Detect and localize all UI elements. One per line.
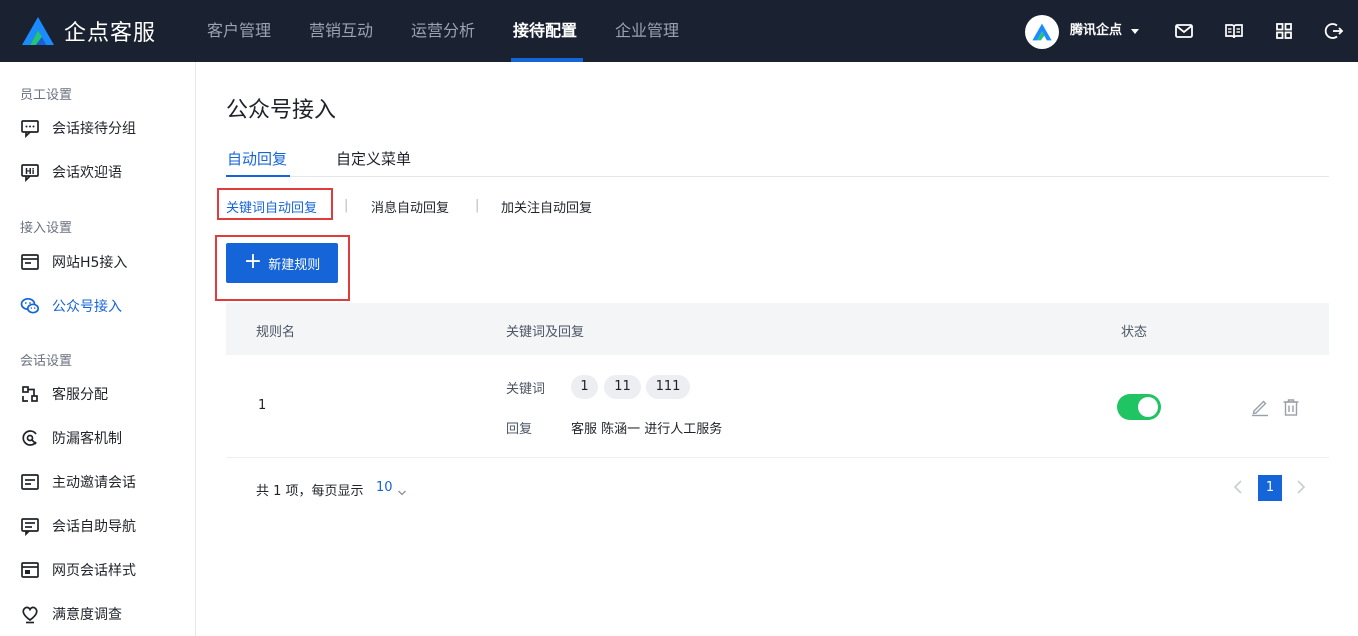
nav-enterprise-management[interactable]: 企业管理 — [615, 0, 679, 62]
app-logo[interactable]: 企点客服 — [18, 15, 156, 47]
keyword-chip: 111 — [646, 375, 690, 399]
subtab-separator: | — [344, 198, 349, 213]
style-icon — [20, 560, 40, 580]
page-title: 公众号接入 — [226, 98, 337, 123]
sidebar-group-staff-settings: 员工设置 — [20, 88, 73, 103]
sidebar-item-label: 会话欢迎语 — [52, 165, 122, 181]
avatar[interactable] — [1025, 15, 1059, 49]
sidebar-item-web-h5[interactable]: 网站H5接入 — [20, 250, 127, 274]
sidebar-item-label: 主动邀请会话 — [52, 475, 136, 491]
invite-icon — [20, 472, 40, 492]
chevron-down-icon[interactable] — [397, 483, 407, 496]
user-name[interactable]: 腾讯企点 — [1070, 0, 1122, 62]
next-page-icon[interactable] — [1293, 478, 1309, 496]
logout-icon[interactable] — [1324, 21, 1344, 41]
subtab-follow-auto-reply[interactable]: 加关注自动回复 — [501, 197, 592, 216]
tab-active-indicator — [226, 175, 290, 177]
welcome-message-icon: Hi — [20, 162, 40, 182]
toggle-knob — [1138, 397, 1158, 417]
navigation-icon — [20, 516, 40, 536]
sidebar: 员工设置 会话接待分组 Hi 会话欢迎语 接入设置 网站H5接入 公众号接入 会… — [0, 62, 196, 636]
chevron-down-icon[interactable] — [1131, 29, 1139, 34]
sidebar-group-access-settings: 接入设置 — [20, 221, 73, 236]
rule-name-cell: 1 — [258, 398, 267, 413]
sidebar-item-label: 客服分配 — [52, 387, 108, 403]
subtab-message-auto-reply[interactable]: 消息自动回复 — [371, 197, 449, 216]
company-logo-icon — [1032, 23, 1052, 41]
reply-content: 客服 陈涵一 进行人工服务 — [571, 422, 723, 437]
book-icon[interactable] — [1224, 21, 1244, 41]
keyword-chip: 1 — [571, 375, 598, 399]
sidebar-item-label: 防漏客机制 — [52, 431, 122, 447]
sidebar-item-label: 网站H5接入 — [52, 255, 128, 271]
survey-icon — [20, 604, 40, 624]
sidebar-item-label: 会话自助导航 — [52, 519, 136, 535]
pagination-summary: 共 1 项，每页显示 — [256, 484, 364, 499]
status-toggle[interactable] — [1117, 394, 1161, 420]
subtab-keyword-auto-reply[interactable]: 关键词自动回复 — [226, 197, 317, 216]
sidebar-item-active-invite[interactable]: 主动邀请会话 — [20, 470, 136, 494]
sidebar-item-label: 会话接待分组 — [52, 121, 136, 137]
sidebar-item-web-chat-style[interactable]: 网页会话样式 — [20, 558, 136, 582]
nav-customer-management[interactable]: 客户管理 — [207, 0, 271, 62]
svg-text:Hi: Hi — [25, 167, 35, 176]
sidebar-item-label: 公众号接入 — [52, 299, 122, 315]
sidebar-item-chat-group[interactable]: 会话接待分组 — [20, 116, 136, 140]
keyword-label: 关键词 — [506, 382, 546, 397]
nav-operations-analysis[interactable]: 运营分析 — [411, 0, 475, 62]
table-row — [226, 355, 1329, 458]
column-header-status: 状态 — [1121, 325, 1148, 340]
assign-icon — [20, 384, 40, 404]
sidebar-item-anti-leak[interactable]: 防漏客机制 — [20, 426, 122, 450]
sidebar-item-official-account[interactable]: 公众号接入 — [20, 294, 122, 318]
plus-icon: + — [243, 249, 263, 274]
mail-icon[interactable] — [1174, 21, 1194, 41]
tab-auto-reply[interactable]: 自动回复 — [227, 148, 287, 169]
reply-label: 回复 — [506, 422, 533, 437]
app-name: 企点客服 — [64, 21, 157, 46]
prev-page-icon[interactable] — [1230, 478, 1246, 496]
column-header-rule-name: 规则名 — [256, 325, 296, 340]
sidebar-item-welcome-message[interactable]: Hi 会话欢迎语 — [20, 160, 122, 184]
wechat-icon — [20, 296, 40, 316]
tab-divider — [226, 176, 1329, 177]
chat-group-icon — [20, 118, 40, 138]
sidebar-item-service-assignment[interactable]: 客服分配 — [20, 382, 108, 406]
delete-icon[interactable] — [1281, 397, 1301, 417]
column-header-keywords: 关键词及回复 — [506, 325, 585, 340]
sidebar-item-label: 满意度调查 — [52, 607, 122, 623]
table-header — [226, 303, 1329, 355]
sidebar-group-session-settings: 会话设置 — [20, 354, 73, 369]
apps-grid-icon[interactable] — [1274, 21, 1294, 41]
keyword-chip: 11 — [604, 375, 641, 399]
anti-leak-icon — [20, 428, 40, 448]
web-window-icon — [20, 252, 40, 272]
nav-reception-config[interactable]: 接待配置 — [513, 0, 577, 62]
subtab-separator: | — [475, 198, 480, 213]
sidebar-item-label: 网页会话样式 — [52, 563, 136, 579]
nav-marketing-interaction[interactable]: 营销互动 — [309, 0, 373, 62]
edit-icon[interactable] — [1250, 397, 1270, 417]
top-navigation-bar: 企点客服 客户管理 营销互动 运营分析 接待配置 企业管理 腾讯企点 — [0, 0, 1358, 62]
sidebar-item-satisfaction-survey[interactable]: 满意度调查 — [20, 602, 122, 626]
new-rule-label: 新建规则 — [268, 257, 321, 273]
tab-custom-menu[interactable]: 自定义菜单 — [336, 148, 411, 169]
logo-icon — [22, 17, 54, 45]
new-rule-button[interactable]: + 新建规则 — [226, 243, 338, 283]
page-number-current[interactable]: 1 — [1258, 475, 1282, 501]
page-size-select[interactable]: 10 — [376, 480, 393, 495]
nav-active-indicator — [511, 58, 583, 62]
sidebar-item-self-navigation[interactable]: 会话自助导航 — [20, 514, 136, 538]
